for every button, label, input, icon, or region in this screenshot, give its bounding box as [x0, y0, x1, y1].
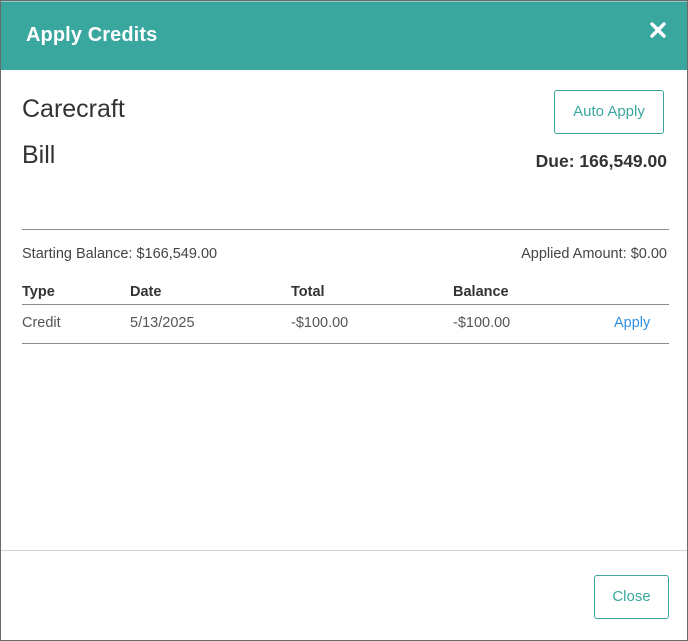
applied-amount: Applied Amount: $0.00 — [521, 246, 667, 262]
dialog-header: Apply Credits — [1, 1, 687, 70]
footer-divider — [1, 550, 687, 551]
column-header-type: Type — [22, 284, 55, 300]
client-name: Carecraft — [22, 95, 125, 123]
section-divider — [22, 229, 669, 230]
document-type: Bill — [22, 141, 56, 169]
column-header-balance: Balance — [453, 284, 509, 300]
cell-type: Credit — [22, 315, 61, 331]
table-row-divider — [22, 343, 669, 344]
cell-date: 5/13/2025 — [130, 315, 195, 331]
auto-apply-button[interactable]: Auto Apply — [554, 90, 664, 134]
column-header-date: Date — [130, 284, 162, 300]
starting-balance: Starting Balance: $166,549.00 — [22, 246, 218, 262]
cell-total: -$100.00 — [291, 315, 349, 331]
cell-balance: -$100.00 — [453, 315, 511, 331]
apply-credits-dialog: Apply Credits Carecraft Bill Auto Apply … — [0, 0, 688, 641]
close-icon[interactable] — [648, 20, 668, 40]
close-button[interactable]: Close — [594, 575, 669, 619]
dialog-title: Apply Credits — [26, 24, 158, 46]
column-header-total: Total — [291, 284, 325, 300]
amount-due: Due: 166,549.00 — [535, 151, 667, 171]
table-header-divider — [22, 304, 669, 305]
apply-link[interactable]: Apply — [614, 315, 650, 331]
